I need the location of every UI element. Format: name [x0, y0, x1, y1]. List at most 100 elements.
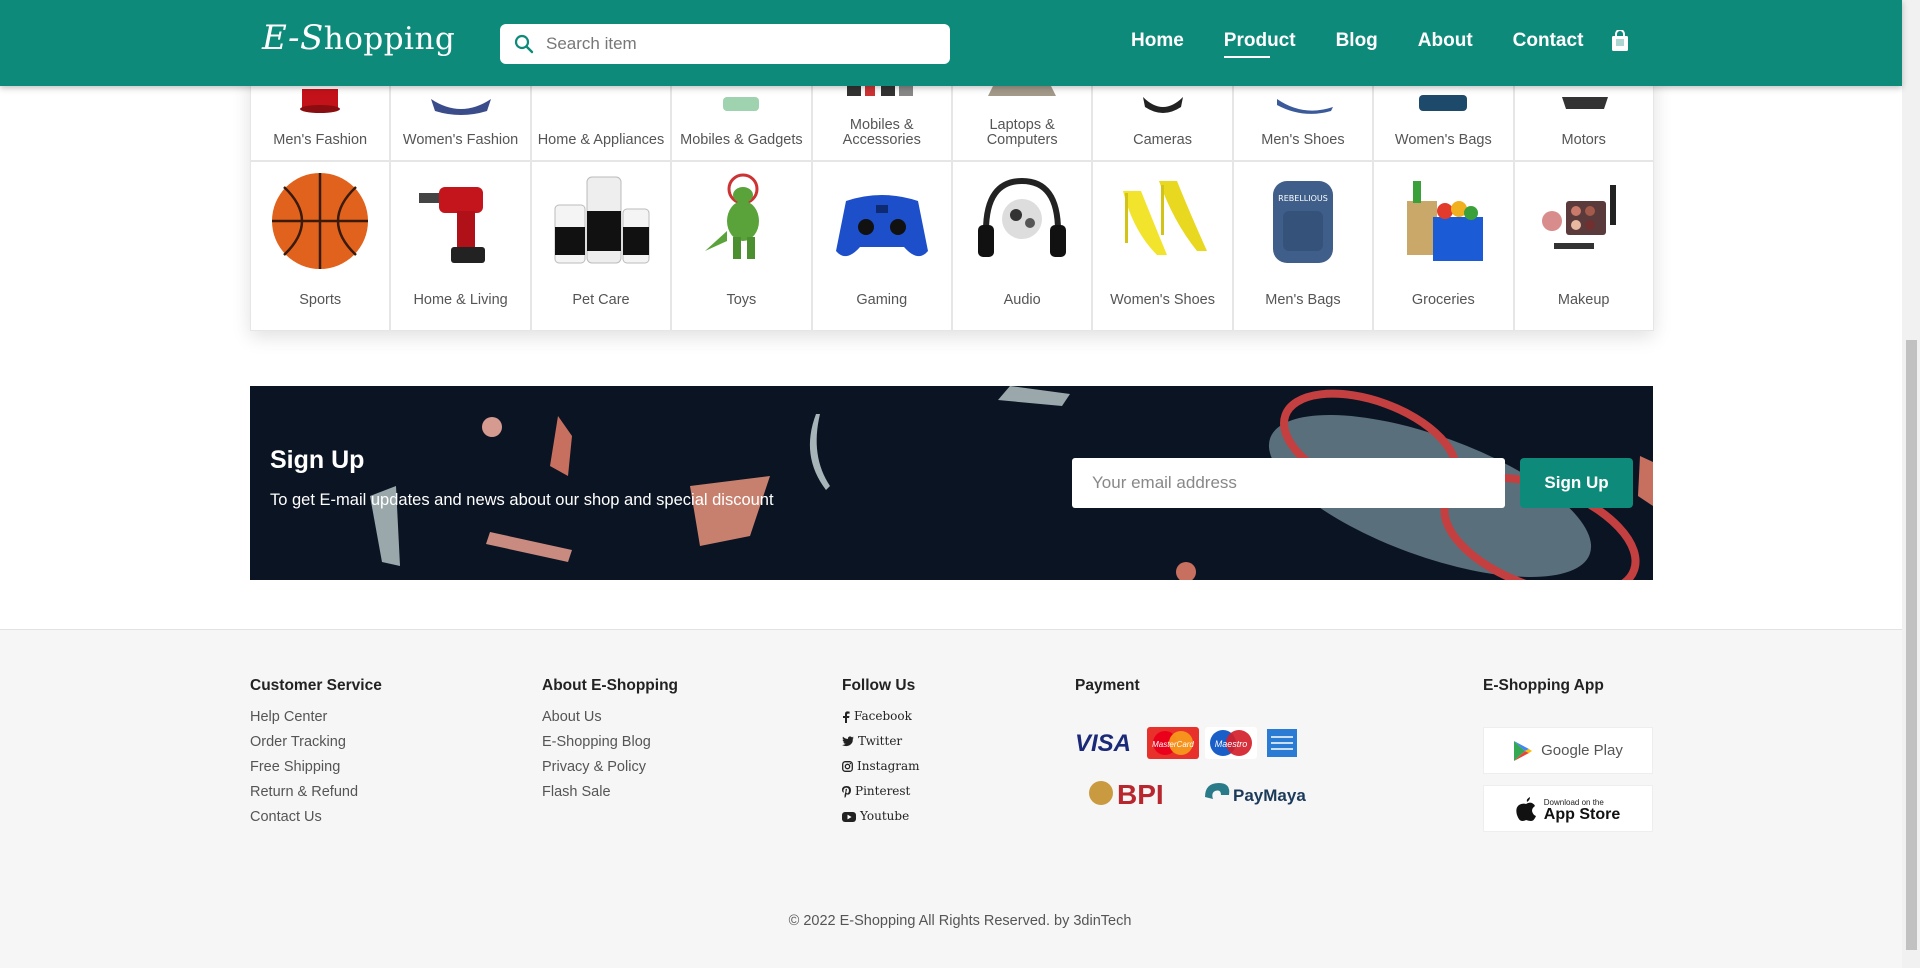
category-home-living[interactable]: Home & Living — [390, 161, 531, 331]
top-navbar: E-Shopping Home Product Blog About Conta… — [0, 0, 1902, 86]
footer-app: E-Shopping App — [1483, 677, 1604, 709]
basketball-image — [268, 171, 372, 271]
signup-subtitle: To get E-mail updates and news about our… — [270, 491, 774, 509]
twitter-icon — [842, 736, 854, 747]
category-label: Women's Bags — [1394, 132, 1492, 148]
search-input[interactable] — [546, 34, 926, 54]
footer-link-twitter[interactable]: Twitter — [842, 734, 920, 749]
pet-care-image — [549, 171, 653, 271]
footer-link-facebook[interactable]: Facebook — [842, 709, 920, 724]
category-sports[interactable]: Sports — [250, 161, 391, 331]
email-field[interactable] — [1072, 458, 1505, 508]
category-toys[interactable]: Toys — [671, 161, 812, 331]
category-label: Home & Appliances — [537, 132, 665, 148]
cameras-image — [1111, 89, 1215, 121]
category-mens-bags[interactable]: REBELLIOUS Men's Bags — [1232, 161, 1374, 331]
motors-image — [1532, 89, 1636, 121]
footer-payment: Payment — [1075, 677, 1140, 709]
copyright: © 2022 E-Shopping All Rights Reserved. b… — [788, 913, 1132, 929]
social-label: Twitter — [858, 734, 903, 748]
scrollbar-thumb[interactable] — [1906, 340, 1917, 950]
heels-image — [1111, 171, 1215, 271]
footer-link-free-shipping[interactable]: Free Shipping — [250, 759, 382, 777]
facebook-icon — [843, 710, 850, 723]
category-label: Gaming — [856, 292, 908, 308]
category-label: Men's Shoes — [1261, 132, 1345, 148]
makeup-image — [1532, 171, 1636, 271]
mastercard-logo: MasterCard — [1152, 740, 1194, 749]
footer-heading: Customer Service — [250, 677, 382, 694]
main-nav: Home Product Blog About Contact — [1131, 30, 1623, 58]
youtube-icon — [842, 811, 856, 822]
category-pet-care[interactable]: Pet Care — [530, 161, 672, 331]
footer-link-flash-sale[interactable]: Flash Sale — [542, 784, 678, 802]
footer-link-help-center[interactable]: Help Center — [250, 709, 382, 727]
footer-link-return-refund[interactable]: Return & Refund — [250, 784, 382, 802]
footer-link-order-tracking[interactable]: Order Tracking — [250, 734, 382, 752]
mens-shoes-image — [1251, 89, 1355, 121]
social-label: Youtube — [860, 809, 910, 823]
groceries-image — [1391, 171, 1495, 271]
category-label: Cameras — [1133, 132, 1192, 148]
category-groceries[interactable]: Groceries — [1373, 161, 1514, 331]
category-label: Women's Shoes — [1110, 292, 1215, 308]
category-label: Pet Care — [572, 292, 630, 308]
footer-link-privacy[interactable]: Privacy & Policy — [542, 759, 678, 777]
category-label: Groceries — [1411, 292, 1475, 308]
footer-link-contact-us[interactable]: Contact Us — [250, 809, 382, 827]
footer-link-instagram[interactable]: Instagram — [842, 759, 920, 774]
footer-heading: Follow Us — [842, 677, 916, 694]
pinterest-icon — [842, 785, 851, 798]
google-play-button[interactable]: Google Play — [1483, 727, 1653, 774]
footer-link-youtube[interactable]: Youtube — [842, 809, 920, 824]
category-label: Motors — [1561, 132, 1606, 148]
womens-fashion-image — [409, 89, 513, 121]
nav-home[interactable]: Home — [1131, 30, 1184, 52]
app-store-button[interactable]: Download on the App Store — [1483, 785, 1653, 832]
google-play-icon — [1514, 740, 1533, 761]
footer-heading: About E-Shopping — [542, 677, 679, 694]
drill-image — [409, 171, 513, 271]
footer-link-blog[interactable]: E-Shopping Blog — [542, 734, 678, 752]
svg-text:REBELLIOUS: REBELLIOUS — [1278, 194, 1328, 203]
nav-about[interactable]: About — [1418, 30, 1473, 52]
category-womens-shoes[interactable]: Women's Shoes — [1092, 161, 1233, 331]
apple-icon — [1516, 796, 1536, 821]
signup-button[interactable]: Sign Up — [1520, 458, 1633, 508]
nav-contact[interactable]: Contact — [1513, 30, 1584, 52]
social-label: Instagram — [857, 759, 920, 773]
nav-blog[interactable]: Blog — [1336, 30, 1378, 52]
bpi-logo: BPI — [1117, 779, 1164, 810]
category-label: Audio — [1003, 292, 1041, 308]
gamepad-image — [830, 171, 934, 271]
womens-bags-image — [1391, 89, 1495, 121]
footer-follow: Follow Us Facebook Twitter Instagram Pin… — [842, 677, 920, 834]
search-icon — [514, 34, 534, 54]
maestro-logo: Maestro — [1215, 739, 1248, 749]
instagram-icon — [842, 761, 853, 772]
category-label: Laptops & Computers — [986, 117, 1058, 148]
toy-dinosaur-image — [689, 171, 793, 271]
footer-link-pinterest[interactable]: Pinterest — [842, 784, 920, 799]
category-makeup[interactable]: Makeup — [1513, 161, 1654, 331]
site-logo[interactable]: E-Shopping — [262, 18, 455, 58]
nav-product[interactable]: Product — [1223, 30, 1296, 58]
category-label: Women's Fashion — [402, 132, 519, 148]
signup-banner: Sign Up To get E-mail updates and news a… — [250, 386, 1653, 580]
category-label: Makeup — [1557, 292, 1610, 308]
footer-heading: E-Shopping App — [1483, 677, 1604, 694]
category-gaming[interactable]: Gaming — [811, 161, 952, 331]
category-label: Sports — [299, 292, 342, 308]
category-label: Toys — [726, 292, 757, 308]
category-grid: Men's Fashion Women's Fashion Home & App… — [250, 60, 1654, 331]
search-box[interactable] — [500, 24, 950, 64]
footer-about: About E-Shopping About Us E-Shopping Blo… — [542, 677, 678, 809]
footer-link-about-us[interactable]: About Us — [542, 709, 678, 727]
backpack-image: REBELLIOUS — [1251, 171, 1355, 271]
category-label: Men's Fashion — [273, 132, 368, 148]
category-audio[interactable]: Audio — [951, 161, 1093, 331]
payment-methods-graphic: VISA MasterCard Maestro BPI PayMaya — [1075, 727, 1306, 810]
app-store-label: App Store — [1543, 805, 1621, 823]
shopping-bag-icon[interactable] — [1611, 30, 1629, 52]
page-scrollbar[interactable] — [1902, 0, 1920, 968]
